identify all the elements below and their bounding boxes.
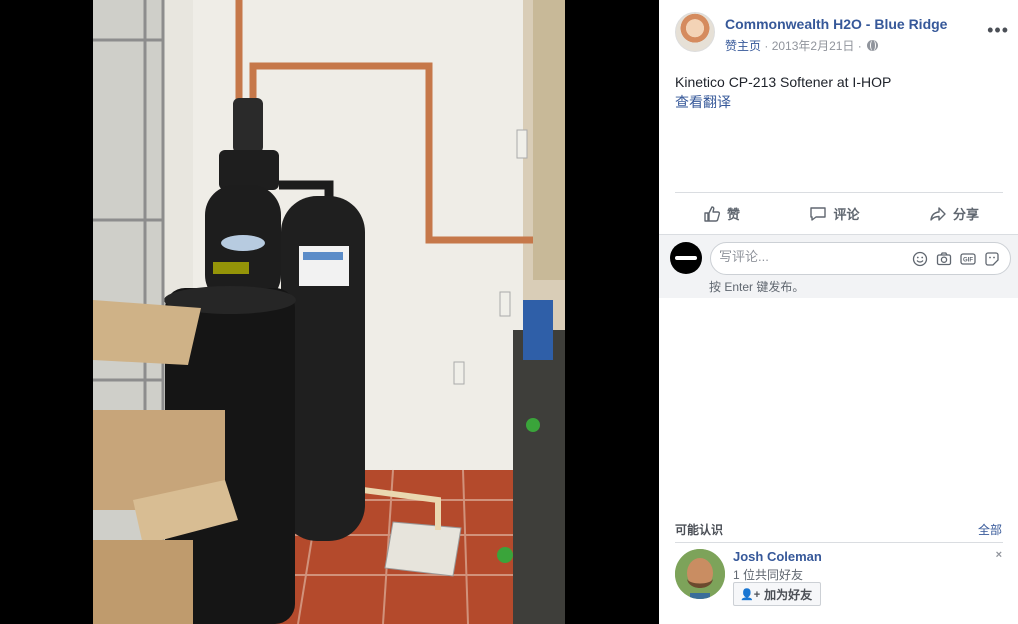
more-options-icon[interactable]: ••• [987, 21, 1009, 39]
share-label: 分享 [952, 207, 979, 222]
see-all-link[interactable]: 全部 [978, 521, 1002, 538]
comment-button[interactable]: 评论 [809, 204, 860, 223]
post-actions-bar: 赞 评论 分享 [675, 192, 1003, 234]
post-photo[interactable] [93, 0, 565, 624]
like-page-link[interactable]: 赞主页 [725, 39, 761, 53]
comment-input[interactable] [719, 249, 899, 264]
mutual-friends[interactable]: 1 位共同好友 [733, 566, 803, 583]
friend-photo [675, 549, 725, 599]
post-text: Kinetico CP-213 Softener at I-HOP [675, 74, 892, 90]
comment-box[interactable]: GIF [710, 242, 1011, 275]
gif-icon[interactable]: GIF [960, 251, 976, 267]
meta-separator: · [764, 39, 769, 53]
friend-avatar[interactable] [675, 549, 725, 599]
post-date[interactable]: 2013年2月21日 [772, 39, 855, 53]
sticker-icon[interactable] [984, 251, 1000, 267]
page-name-link[interactable]: Commonwealth H2O - Blue Ridge [725, 16, 947, 32]
water-softener-photo [93, 0, 565, 624]
add-friend-label: 加为好友 [764, 587, 813, 602]
share-button[interactable]: 分享 [929, 204, 979, 223]
comment-label: 评论 [833, 207, 860, 222]
people-you-may-know-title: 可能认识 [675, 523, 724, 537]
enter-hint: 按 Enter 键发布。 [709, 280, 805, 294]
like-label: 赞 [727, 207, 741, 222]
see-translation-link[interactable]: 查看翻译 [675, 92, 731, 112]
add-friend-icon: 👤+ [740, 588, 761, 601]
photo-viewer [0, 0, 659, 624]
dismiss-suggestion-icon[interactable]: × [996, 549, 1002, 561]
like-button[interactable]: 赞 [703, 204, 740, 223]
add-friend-button[interactable]: 👤+ 加为好友 [733, 582, 822, 606]
globe-icon[interactable] [867, 40, 879, 51]
post-panel: Commonwealth H2O - Blue Ridge 赞主页 · 2013… [659, 0, 1018, 624]
page-avatar[interactable] [675, 12, 715, 52]
friend-name-link[interactable]: Josh Coleman [733, 549, 822, 564]
camera-icon[interactable] [936, 251, 952, 267]
pymk-divider [675, 542, 1003, 543]
emoji-icon[interactable] [912, 251, 928, 267]
svg-text:GIF: GIF [963, 258, 973, 264]
post-header: Commonwealth H2O - Blue Ridge 赞主页 · 2013… [675, 12, 1015, 56]
comment-composer: GIF 按 Enter 键发布。 [659, 234, 1018, 298]
post-meta: 赞主页 · 2013年2月21日 · [725, 37, 879, 54]
current-user-avatar[interactable] [670, 242, 702, 274]
speech-bubble-icon [810, 206, 827, 221]
share-arrow-icon [930, 206, 946, 221]
meta-separator-2: · [857, 39, 862, 53]
thumbs-up-icon [704, 205, 721, 222]
